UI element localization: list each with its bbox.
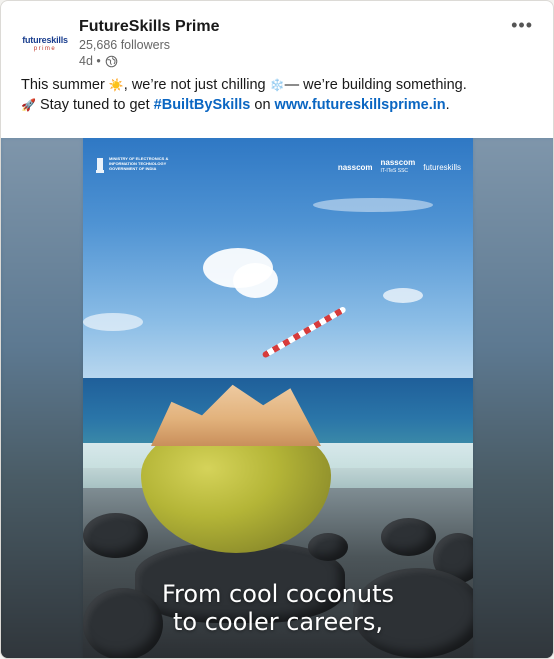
follower-count: 25,686 followers [79,38,171,52]
text-segment: — we’re building something. [284,77,467,93]
logo-subtext: prime [33,45,57,52]
text-segment: Stay tuned to get [35,97,154,113]
nasscom-ssc-sub: IT-ITeS SSC [380,168,409,174]
hashtag-link[interactable]: #BuiltBySkills [154,97,251,113]
text-segment: on [250,97,275,113]
rock [308,533,348,561]
rocket-emoji-icon: 🚀 [21,98,36,112]
ministry-text: MINISTRY OF ELECTRONICS & INFORMATION TE… [109,156,169,171]
post-text-line-2: 🚀 Stay tuned to get #BuiltBySkills on ww… [21,95,541,115]
media-backdrop-left [1,138,83,658]
website-link[interactable]: www.futureskillsprime.in [275,97,446,113]
post-header: futureskills prime FutureSkills Prime 25… [1,1,553,71]
nasscom-ssc-name: nasscom [380,158,416,167]
globe-icon [105,55,118,67]
poster-headline: From cool coconuts to cooler careers, [83,580,473,636]
cloud [313,198,433,212]
cloud [383,288,423,303]
poster-header: MINISTRY OF ELECTRONICS & INFORMATION TE… [83,138,473,178]
post-text-line-1: This summer ☀️, we’re not just chilling … [21,75,541,95]
partner-logos: nasscom nasscom IT-ITeS SSC futureskills [338,159,461,175]
rock [381,518,436,556]
post-card: futureskills prime FutureSkills Prime 25… [0,0,554,659]
post-meta: 4d • [79,54,118,68]
rock [83,513,148,558]
sun-emoji-icon: ☀️ [108,78,124,92]
headline-line-1: From cool coconuts [161,580,395,608]
post-media[interactable]: MINISTRY OF ELECTRONICS & INFORMATION TE… [1,138,553,658]
company-name[interactable]: FutureSkills Prime [79,18,220,36]
nasscom-ssc-logo: nasscom IT-ITeS SSC [381,159,416,175]
post-age: 4d • [79,54,101,68]
text-segment: , we’re not just chilling [123,77,270,93]
emblem-icon [96,158,104,173]
snowflake-emoji-icon: ❄️ [269,78,285,92]
futureskills-logo: futureskills [423,162,461,172]
post-text: This summer ☀️, we’re not just chilling … [21,75,541,115]
headline-line-2: to cooler careers, [173,608,383,636]
media-backdrop-right [473,138,553,658]
nasscom-logo: nasscom [337,162,373,172]
promo-image[interactable]: MINISTRY OF ELECTRONICS & INFORMATION TE… [83,138,473,658]
cloud [233,263,278,298]
logo-text: futureskills [22,34,68,45]
cloud [83,313,143,331]
company-logo[interactable]: futureskills prime [19,21,71,65]
text-segment: . [445,97,450,113]
more-options-icon[interactable]: ••• [511,15,533,36]
text-segment: This summer [21,77,109,93]
